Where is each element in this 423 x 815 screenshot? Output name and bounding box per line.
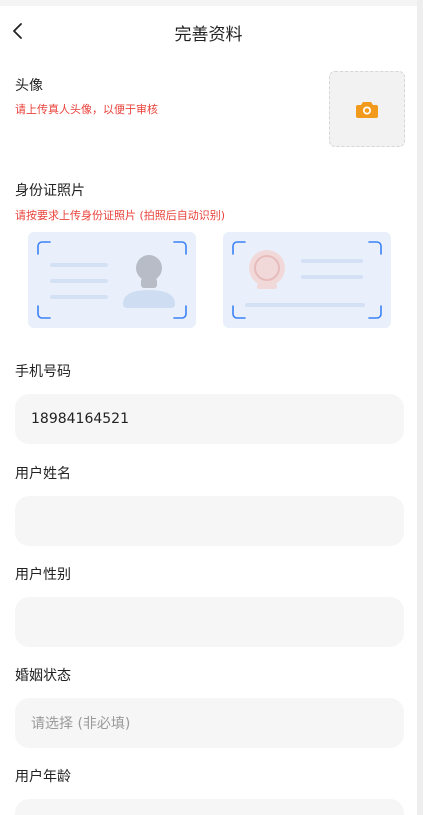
id-card-back-upload[interactable]	[223, 232, 391, 328]
camera-icon	[356, 102, 378, 118]
id-photo-hint: 请按要求上传身份证照片 (拍照后自动识别)	[15, 209, 226, 222]
right-scroll-edge	[417, 0, 423, 815]
age-label: 用户年龄	[15, 769, 71, 785]
id-photo-label: 身份证照片	[15, 183, 85, 199]
phone-field[interactable]: 18984164521	[15, 394, 404, 444]
nav-bar: 完善资料	[0, 6, 417, 58]
id-card-front-icon	[37, 241, 187, 319]
avatar-hint: 请上传真人头像，以便于审核	[15, 103, 158, 116]
marital-status-label: 婚姻状态	[15, 668, 71, 684]
name-field[interactable]	[15, 496, 404, 546]
page-title: 完善资料	[174, 25, 243, 45]
avatar-label: 头像	[15, 78, 43, 94]
name-label: 用户姓名	[15, 466, 71, 482]
id-card-front-upload[interactable]	[28, 232, 196, 328]
age-field[interactable]	[15, 799, 404, 815]
marital-status-select[interactable]: 请选择 (非必填)	[15, 698, 404, 748]
gender-label: 用户性别	[15, 567, 71, 583]
id-card-emblem-icon	[232, 241, 382, 319]
avatar-upload-button[interactable]	[329, 71, 405, 147]
phone-label: 手机号码	[15, 364, 71, 380]
gender-field[interactable]	[15, 597, 404, 647]
